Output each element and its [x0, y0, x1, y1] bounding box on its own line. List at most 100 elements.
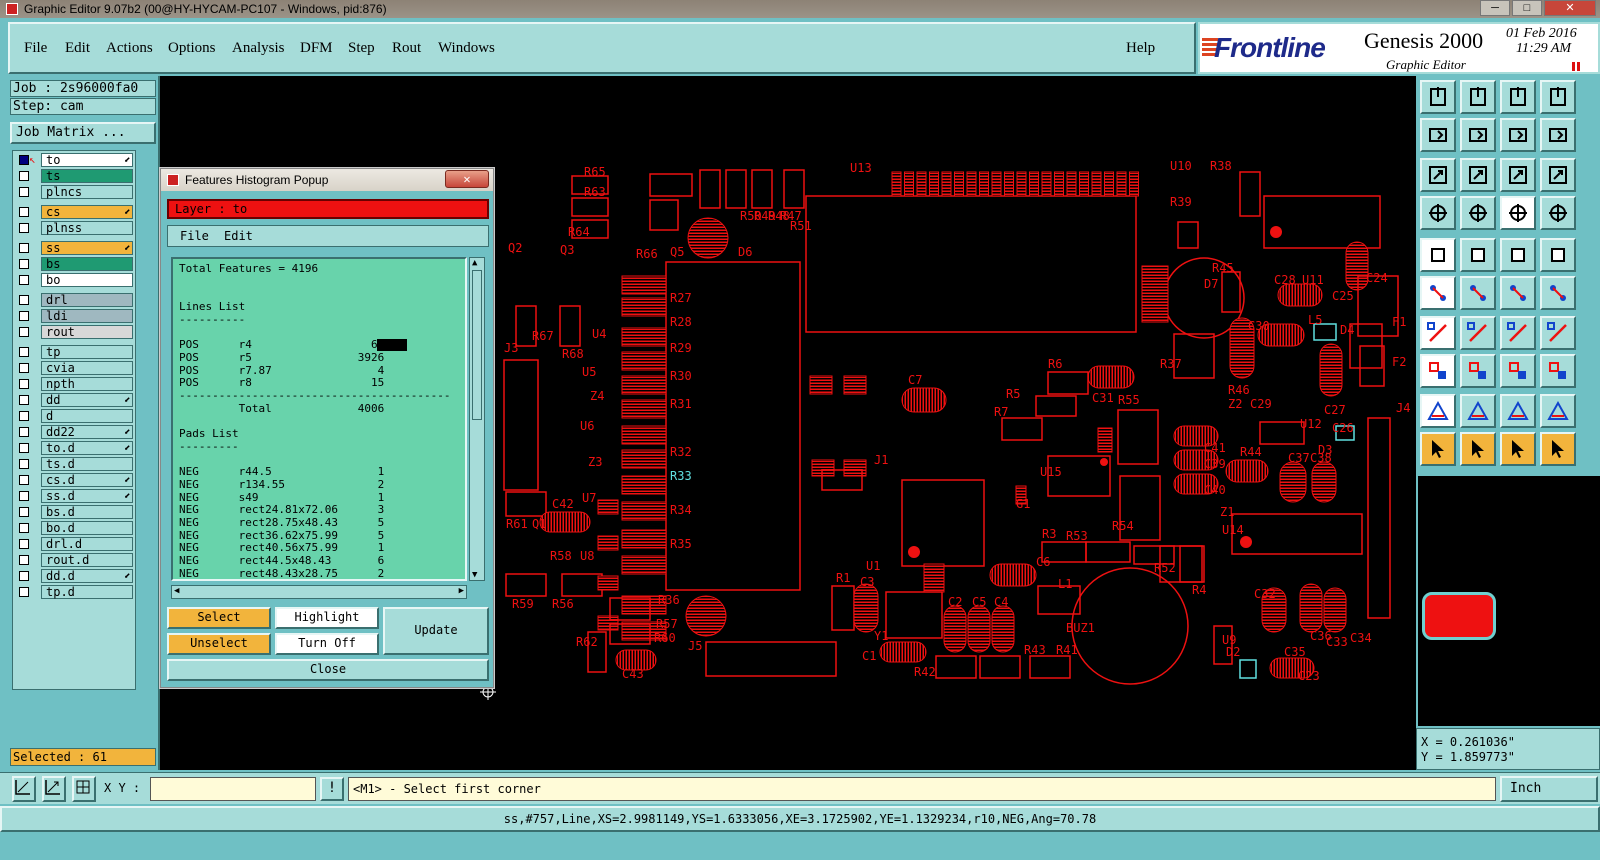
- histogram-hscroll[interactable]: ◀ ▶: [171, 585, 467, 599]
- layer-checkbox[interactable]: [19, 363, 29, 373]
- layer-row-ts-d[interactable]: ts.d: [15, 457, 135, 471]
- layer-row-cs-d[interactable]: cs.d ⬋: [15, 473, 135, 487]
- layer-name[interactable]: dd22: [41, 425, 133, 439]
- layer-checkbox[interactable]: [19, 395, 29, 405]
- layer-checkbox[interactable]: [19, 295, 29, 305]
- menu-options[interactable]: Options: [168, 40, 216, 57]
- layer-row-plnss[interactable]: plnss: [15, 221, 135, 235]
- menu-help[interactable]: Help: [1126, 40, 1155, 57]
- triangle-cut-icon[interactable]: [1540, 394, 1576, 428]
- layer-row-npth[interactable]: npth: [15, 377, 135, 391]
- layer-row-rout-d[interactable]: rout.d: [15, 553, 135, 567]
- pad-icon[interactable]: [1420, 238, 1456, 272]
- slash-icon[interactable]: [1460, 316, 1496, 350]
- menu-file[interactable]: File: [24, 40, 47, 57]
- scroll-thumb[interactable]: [472, 270, 482, 420]
- delete-icon[interactable]: [1460, 276, 1496, 310]
- histogram-vscroll[interactable]: ▲ ▼: [469, 257, 485, 581]
- layer-name[interactable]: ts: [41, 169, 133, 183]
- layer-row-cs[interactable]: cs ⬋: [15, 205, 135, 219]
- measure-icon[interactable]: [42, 776, 66, 802]
- layer-checkbox[interactable]: [19, 491, 29, 501]
- select-net-icon[interactable]: [1540, 432, 1576, 466]
- view-board-icon[interactable]: [1540, 80, 1576, 114]
- pan-right-icon[interactable]: [1460, 118, 1496, 152]
- scale-1-2-icon[interactable]: [1500, 158, 1536, 192]
- layer-row-to[interactable]: to ↖ ⬋: [15, 153, 135, 167]
- popup-close-icon[interactable]: ✕: [445, 170, 489, 188]
- menu-analysis[interactable]: Analysis: [232, 40, 285, 57]
- layer-name[interactable]: bo.d: [41, 521, 133, 535]
- window-close-button[interactable]: ✕: [1544, 0, 1596, 16]
- layer-checkbox[interactable]: [19, 327, 29, 337]
- layer-row-d[interactable]: d: [15, 409, 135, 423]
- minimize-button[interactable]: ─: [1480, 0, 1510, 16]
- layer-name[interactable]: ts.d: [41, 457, 133, 471]
- layer-row-bs[interactable]: bs: [15, 257, 135, 271]
- layer-name[interactable]: drl: [41, 293, 133, 307]
- move-icon[interactable]: [1500, 276, 1536, 310]
- line-icon[interactable]: [1420, 316, 1456, 350]
- zoom-box-icon[interactable]: [1500, 354, 1536, 388]
- layer-name[interactable]: cvia: [41, 361, 133, 375]
- layer-name[interactable]: dd.d: [41, 569, 133, 583]
- rotate-icon[interactable]: [1540, 276, 1576, 310]
- menu-rout[interactable]: Rout: [392, 40, 421, 57]
- layer-name[interactable]: bo: [41, 273, 133, 287]
- zoom-home-icon[interactable]: [1420, 80, 1456, 114]
- layer-row-rout[interactable]: rout: [15, 325, 135, 339]
- align-icon[interactable]: [1420, 196, 1456, 230]
- layer-checkbox[interactable]: [19, 475, 29, 485]
- layer-checkbox[interactable]: [19, 523, 29, 533]
- menu-edit[interactable]: Edit: [65, 40, 90, 57]
- pan-left-icon[interactable]: [1420, 118, 1456, 152]
- layer-checkbox[interactable]: [19, 411, 29, 421]
- layer-name[interactable]: bs: [41, 257, 133, 271]
- layer-row-dd-d[interactable]: dd.d ⬋: [15, 569, 135, 583]
- layer-name[interactable]: drl.d: [41, 537, 133, 551]
- zoom-out-icon[interactable]: [1540, 118, 1576, 152]
- layer-name[interactable]: d: [41, 409, 133, 423]
- scroll-up-icon[interactable]: ▲: [472, 258, 477, 268]
- navigator-view-box[interactable]: [1422, 592, 1496, 640]
- layer-checkbox[interactable]: [19, 347, 29, 357]
- job-matrix-button[interactable]: Job Matrix ...: [10, 122, 156, 144]
- circle-icon[interactable]: [1540, 238, 1576, 272]
- layer-checkbox[interactable]: [19, 311, 29, 321]
- layer-checkbox[interactable]: [19, 379, 29, 389]
- zoom-window-icon[interactable]: [1500, 80, 1536, 114]
- layer-name[interactable]: rout: [41, 325, 133, 339]
- select-shape-icon[interactable]: [1500, 432, 1536, 466]
- scroll-down-icon[interactable]: ▼: [472, 570, 477, 580]
- layer-checkbox[interactable]: [19, 223, 29, 233]
- layer-checkbox[interactable]: [19, 259, 29, 269]
- triangle-a-icon[interactable]: [1500, 394, 1536, 428]
- layer-name[interactable]: ss.d: [41, 489, 133, 503]
- layer-row-ldi[interactable]: ldi: [15, 309, 135, 323]
- surface-icon[interactable]: [1540, 316, 1576, 350]
- select-area-icon[interactable]: [1460, 432, 1496, 466]
- menu-windows[interactable]: Windows: [438, 40, 495, 57]
- layer-checkbox[interactable]: [19, 587, 29, 597]
- layer-row-bs-d[interactable]: bs.d: [15, 505, 135, 519]
- move-segment-icon[interactable]: [1460, 354, 1496, 388]
- layer-name[interactable]: to.d: [41, 441, 133, 455]
- layer-name[interactable]: cs.d: [41, 473, 133, 487]
- center-icon[interactable]: [1460, 158, 1496, 192]
- layer-row-drl[interactable]: drl: [15, 293, 135, 307]
- maximize-button[interactable]: □: [1512, 0, 1542, 16]
- turn-off-button[interactable]: Turn Off: [275, 633, 379, 655]
- highlight-button[interactable]: Highlight: [275, 607, 379, 629]
- histogram-list[interactable]: Total Features = 4196 Lines List ---------…: [171, 257, 467, 581]
- filter-icon[interactable]: [1540, 196, 1576, 230]
- layer-row-plncs[interactable]: plncs: [15, 185, 135, 199]
- pad-add-icon[interactable]: [1420, 354, 1456, 388]
- layer-name[interactable]: rout.d: [41, 553, 133, 567]
- menu-dfm[interactable]: DFM: [300, 40, 333, 57]
- select-arrow-icon[interactable]: [1420, 432, 1456, 466]
- net-icon[interactable]: [1420, 276, 1456, 310]
- layer-row-dd[interactable]: dd ⬋: [15, 393, 135, 407]
- layer-name[interactable]: tp: [41, 345, 133, 359]
- layer-checkbox[interactable]: [19, 243, 29, 253]
- layer-row-ts[interactable]: ts: [15, 169, 135, 183]
